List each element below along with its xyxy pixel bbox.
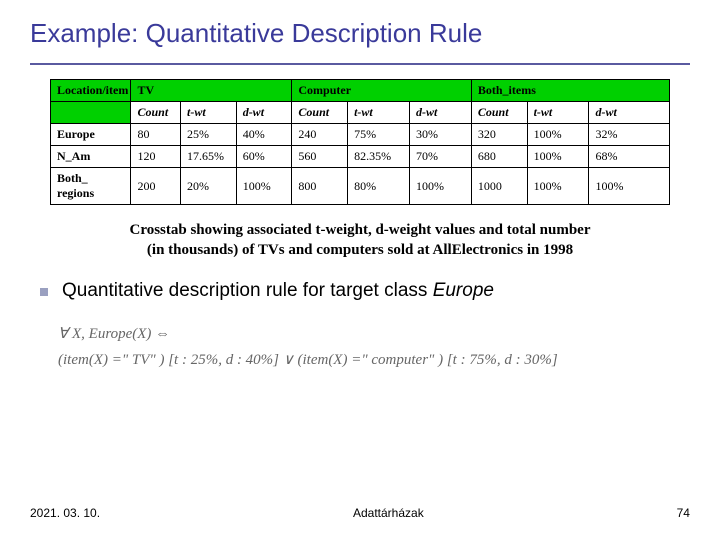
bullet-tail: Europe [433,280,494,301]
sub-twt: t-wt [527,102,589,124]
cell: 75% [348,124,410,146]
cell: 68% [589,146,670,168]
crosstab-table: Location/item TV Computer Both_items Cou… [50,79,670,205]
cell: 320 [471,124,527,146]
sub-count: Count [471,102,527,124]
cell: 40% [236,124,292,146]
footer-page: 74 [677,506,690,520]
row-label: N_Am [51,146,131,168]
cell: 100% [527,124,589,146]
blank-cell [51,102,131,124]
caption-line-2: (in thousands) of TVs and computers sold… [147,242,573,258]
cell: 17.65% [180,146,236,168]
table-row: Both_ regions 200 20% 100% 800 80% 100% … [51,168,670,205]
cell: 100% [409,168,471,205]
cell: 80% [348,168,410,205]
cell: 20% [180,168,236,205]
sub-dwt: d-wt [236,102,292,124]
sub-count: Count [131,102,181,124]
col-tv: TV [131,80,292,102]
table-caption: Crosstab showing associated t-weight, d-… [0,205,720,260]
slide-title: Example: Quantitative Description Rule [30,18,690,49]
cell: 800 [292,168,348,205]
cell: 1000 [471,168,527,205]
cell: 30% [409,124,471,146]
cell: 70% [409,146,471,168]
eq-line-1: ∀ X, Europe(X) ⇔ [58,322,690,348]
col-location: Location/item [51,80,131,102]
cell: 100% [589,168,670,205]
cell: 200 [131,168,181,205]
cell: 120 [131,146,181,168]
cell: 560 [292,146,348,168]
table-row: Europe 80 25% 40% 240 75% 30% 320 100% 3… [51,124,670,146]
footer-center: Adattárházak [353,506,424,520]
sub-twt: t-wt [348,102,410,124]
table-row: N_Am 120 17.65% 60% 560 82.35% 70% 680 1… [51,146,670,168]
row-label: Both_ regions [51,168,131,205]
sub-count: Count [292,102,348,124]
caption-line-1: Crosstab showing associated t-weight, d-… [129,222,590,238]
cell: 100% [236,168,292,205]
cell: 82.35% [348,146,410,168]
eq-line-2: (item(X) =" TV" ) [t : 25%, d : 40%] ∨ (… [58,348,690,374]
cell: 60% [236,146,292,168]
bullet-main: Quantitative description rule for target… [62,280,433,301]
sub-dwt: d-wt [409,102,471,124]
row-label: Europe [51,124,131,146]
bullet-icon [40,288,48,296]
cell: 100% [527,146,589,168]
cell: 32% [589,124,670,146]
sub-twt: t-wt [180,102,236,124]
cell: 25% [180,124,236,146]
rule-formula: ∀ X, Europe(X) ⇔ (item(X) =" TV" ) [t : … [0,302,720,373]
sub-dwt: d-wt [589,102,670,124]
bullet-text: Quantitative description rule for target… [62,280,494,302]
col-computer: Computer [292,80,471,102]
col-both: Both_items [471,80,669,102]
footer-date: 2021. 03. 10. [30,506,100,520]
cell: 100% [527,168,589,205]
cell: 80 [131,124,181,146]
cell: 240 [292,124,348,146]
cell: 680 [471,146,527,168]
